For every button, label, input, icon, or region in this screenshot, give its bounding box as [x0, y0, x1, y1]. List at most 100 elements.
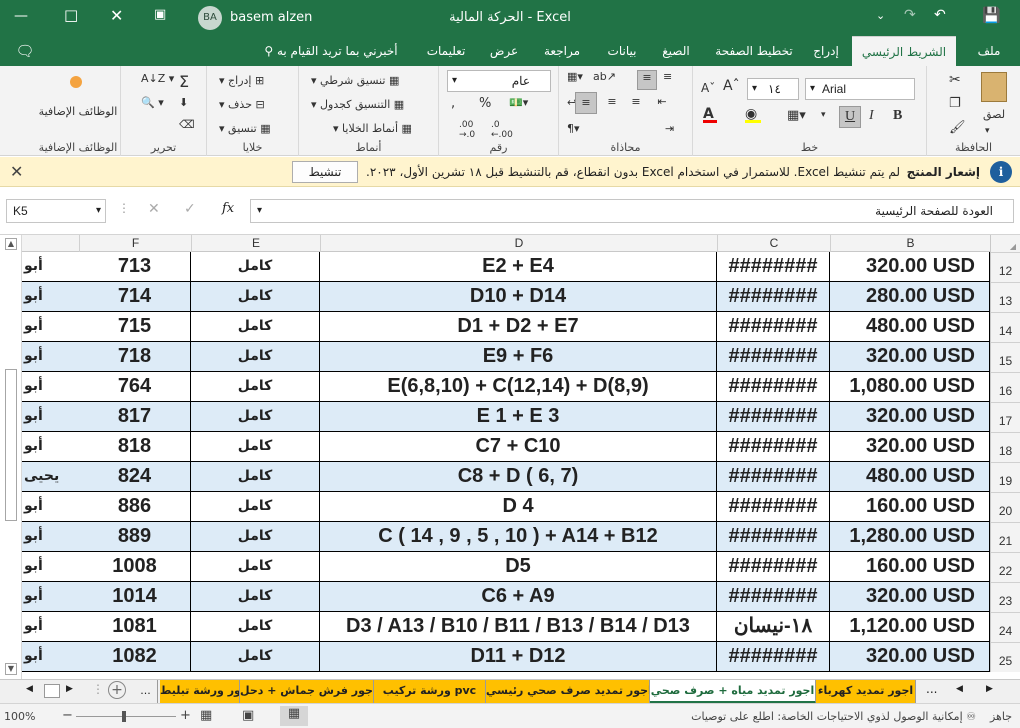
- cell-g[interactable]: يحيى: [22, 462, 79, 492]
- tab-help[interactable]: تعليمات: [418, 36, 474, 66]
- cell-d[interactable]: D10 + D14: [320, 282, 717, 312]
- cell-e[interactable]: كامل: [191, 522, 320, 552]
- cell-e[interactable]: كامل: [191, 252, 320, 282]
- cell-e[interactable]: كامل: [191, 552, 320, 582]
- cell-c[interactable]: ########: [717, 462, 830, 492]
- cell-b[interactable]: 160.00 USD: [830, 552, 990, 582]
- cell-e[interactable]: كامل: [191, 372, 320, 402]
- zoom-in-icon[interactable]: +: [180, 708, 191, 723]
- cell-f[interactable]: 886: [79, 492, 191, 522]
- sort-filter-icon[interactable]: A↓Z ▾: [141, 72, 174, 85]
- cell-g[interactable]: أبو: [22, 312, 79, 342]
- zoom-slider-thumb[interactable]: [122, 711, 126, 722]
- activate-button[interactable]: تنشيط: [292, 161, 358, 183]
- cell-e[interactable]: كامل: [191, 432, 320, 462]
- tab-formulas[interactable]: الصيغ: [652, 36, 700, 66]
- format-painter-icon[interactable]: 🖌: [949, 120, 966, 135]
- column-header-b[interactable]: B: [830, 235, 990, 252]
- format-cells-button[interactable]: ▾ تنسيق ▦: [219, 122, 271, 135]
- cell-g[interactable]: أبو: [22, 582, 79, 612]
- cell-b[interactable]: 480.00 USD: [830, 312, 990, 342]
- row-header[interactable]: 16: [990, 372, 1020, 402]
- page-layout-view-icon[interactable]: ▣: [242, 708, 254, 723]
- cell-f[interactable]: 713: [79, 252, 191, 282]
- cell-f[interactable]: 889: [79, 522, 191, 552]
- cell-f[interactable]: 1014: [79, 582, 191, 612]
- cell-b[interactable]: 320.00 USD: [830, 642, 990, 672]
- enter-icon[interactable]: ✓: [184, 201, 196, 217]
- orientation-icon[interactable]: ab↗: [593, 70, 616, 83]
- cell-d[interactable]: E 1 + E 3: [320, 402, 717, 432]
- zoom-slider[interactable]: [76, 711, 176, 722]
- accessibility-status[interactable]: ♾ إمكانية الوصول لذوي الاحتياجات الخاصة:…: [691, 710, 976, 723]
- cell-f[interactable]: 1082: [79, 642, 191, 672]
- merge-center-icon[interactable]: ▦▾: [567, 70, 583, 83]
- sheet-tab-water-sewage[interactable]: اجور تمديد مياه + صرف صحي: [650, 680, 816, 704]
- cell-b[interactable]: 1,280.00 USD: [830, 522, 990, 552]
- cell-c[interactable]: ########: [717, 312, 830, 342]
- increase-font-icon[interactable]: Aˆ: [723, 78, 740, 94]
- cell-d[interactable]: C ( 14 , 9 , 5 , 10 ) + A14 + B12: [320, 522, 717, 552]
- cell-c[interactable]: ########: [717, 492, 830, 522]
- delete-cells-button[interactable]: ▾ حذف ⊟: [219, 98, 265, 111]
- row-header[interactable]: 17: [990, 402, 1020, 432]
- tab-scroll-left-icon[interactable]: ◀: [956, 684, 963, 694]
- cell-b[interactable]: 320.00 USD: [830, 432, 990, 462]
- tab-file[interactable]: ملف: [966, 36, 1012, 66]
- sheet-tab-flooring[interactable]: اجور فرش جماش + دحل: [240, 680, 374, 704]
- normal-view-icon[interactable]: ▦: [280, 706, 308, 726]
- increase-decimal-icon[interactable]: .0 ←.00: [491, 120, 513, 140]
- resize-handle-icon[interactable]: ⋮: [118, 201, 130, 215]
- cell-e[interactable]: كامل: [191, 402, 320, 432]
- customize-toolbar-icon[interactable]: ⌄: [876, 9, 885, 22]
- percent-icon[interactable]: %: [479, 96, 491, 111]
- save-icon[interactable]: 💾: [982, 6, 1001, 24]
- cell-g[interactable]: أبو: [22, 552, 79, 582]
- cell-e[interactable]: كامل: [191, 582, 320, 612]
- sheet-tab-more[interactable]: ...: [134, 680, 158, 704]
- cell-e[interactable]: كامل: [191, 282, 320, 312]
- cell-b[interactable]: 320.00 USD: [830, 402, 990, 432]
- tell-me-search[interactable]: ⚲ أخبرني بما تريد القيام به: [250, 36, 412, 66]
- column-header-g[interactable]: [22, 235, 79, 252]
- cell-b[interactable]: 1,120.00 USD: [830, 612, 990, 642]
- align-right-icon[interactable]: ≡: [625, 92, 647, 114]
- row-header[interactable]: 23: [990, 582, 1020, 612]
- comma-style-icon[interactable]: ,: [451, 96, 455, 111]
- tab-page-layout[interactable]: تخطيط الصفحة: [706, 36, 802, 66]
- cell-g[interactable]: أبو: [22, 642, 79, 672]
- column-header-d[interactable]: D: [320, 235, 717, 252]
- tab-view[interactable]: عرض: [482, 36, 526, 66]
- cell-b[interactable]: 320.00 USD: [830, 342, 990, 372]
- format-as-table-button[interactable]: ▾ التنسيق كجدول ▦: [311, 98, 404, 111]
- zoom-level[interactable]: 100%: [4, 710, 35, 723]
- more-tabs-icon[interactable]: ...: [926, 682, 937, 696]
- cell-d[interactable]: E2 + E4: [320, 252, 717, 282]
- cell-d[interactable]: E(6,8,10) + C(12,14) + D(8,9): [320, 372, 717, 402]
- cell-e[interactable]: كامل: [191, 312, 320, 342]
- scroll-thumb[interactable]: [5, 369, 17, 521]
- chevron-down-icon[interactable]: ▾: [821, 110, 826, 120]
- redo-icon[interactable]: ↷: [904, 7, 916, 23]
- rtl-paragraph-icon[interactable]: ¶▾: [567, 122, 580, 135]
- decrease-font-icon[interactable]: Aˇ: [701, 81, 715, 95]
- column-header-c[interactable]: C: [717, 235, 830, 252]
- underline-button[interactable]: U: [839, 106, 861, 128]
- cell-d[interactable]: E9 + F6: [320, 342, 717, 372]
- cell-f[interactable]: 1081: [79, 612, 191, 642]
- font-color-icon[interactable]: A: [703, 106, 717, 123]
- cell-f[interactable]: 715: [79, 312, 191, 342]
- fill-icon[interactable]: ⬇: [179, 96, 188, 109]
- cell-c[interactable]: ########: [717, 432, 830, 462]
- cell-c[interactable]: ########: [717, 252, 830, 282]
- cell-g[interactable]: أبو: [22, 372, 79, 402]
- currency-icon[interactable]: 💵▾: [509, 96, 528, 109]
- chevron-down-icon[interactable]: ▾: [985, 126, 990, 136]
- sheet-tab-electricity[interactable]: اجور تمديد كهرباء: [816, 680, 916, 704]
- row-header[interactable]: 14: [990, 312, 1020, 342]
- cell-e[interactable]: كامل: [191, 492, 320, 522]
- font-name-select[interactable]: ▾ Arial: [805, 78, 915, 100]
- decrease-indent-icon[interactable]: ⇤: [651, 92, 673, 114]
- tab-insert[interactable]: إدراج: [806, 36, 846, 66]
- row-header[interactable]: 21: [990, 522, 1020, 552]
